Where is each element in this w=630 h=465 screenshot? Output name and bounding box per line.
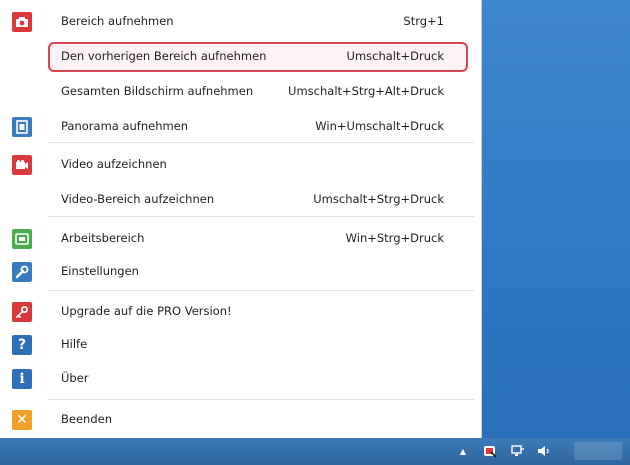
menu-item-label: Den vorherigen Bereich aufnehmen bbox=[61, 49, 267, 63]
menu-item-capture-region[interactable]: Bereich aufnehmen Strg+1 bbox=[0, 6, 482, 38]
menu-item-record-video[interactable]: Video aufzeichnen bbox=[0, 149, 482, 181]
screenshot-tool-icon[interactable] bbox=[482, 443, 498, 459]
desktop-background bbox=[482, 0, 630, 438]
wrench-icon bbox=[12, 262, 32, 282]
video-camera-icon bbox=[12, 155, 32, 175]
menu-item-help[interactable]: ? Hilfe bbox=[0, 329, 482, 361]
menu-item-label: Upgrade auf die PRO Version! bbox=[61, 304, 232, 318]
menu-item-label: Arbeitsbereich bbox=[61, 231, 145, 245]
menu-item-settings[interactable]: Einstellungen bbox=[0, 256, 482, 288]
menu-item-about[interactable]: i Über bbox=[0, 363, 482, 395]
menu-item-label: Bereich aufnehmen bbox=[61, 14, 174, 28]
menu-separator bbox=[48, 216, 474, 217]
system-clock[interactable] bbox=[574, 442, 622, 460]
menu-item-shortcut: Win+Strg+Druck bbox=[345, 231, 444, 245]
menu-item-shortcut: Strg+1 bbox=[403, 14, 444, 28]
volume-icon[interactable] bbox=[536, 443, 552, 459]
menu-separator bbox=[48, 399, 474, 400]
taskbar: ▲ bbox=[0, 438, 630, 465]
menu-item-shortcut: Umschalt+Strg+Druck bbox=[313, 192, 444, 206]
menu-item-capture-panorama[interactable]: Panorama aufnehmen Win+Umschalt+Druck bbox=[0, 111, 482, 143]
help-icon: ? bbox=[12, 335, 32, 355]
menu-item-label: Video aufzeichnen bbox=[61, 157, 167, 171]
menu-item-workspace[interactable]: Arbeitsbereich Win+Strg+Druck bbox=[0, 223, 482, 255]
menu-separator bbox=[48, 142, 474, 143]
menu-item-shortcut: Umschalt+Druck bbox=[346, 49, 444, 63]
workspace-icon bbox=[12, 229, 32, 249]
menu-item-label: Video-Bereich aufzeichnen bbox=[61, 192, 215, 206]
menu-item-label: Panorama aufnehmen bbox=[61, 119, 189, 133]
menu-item-capture-previous-region[interactable]: Den vorherigen Bereich aufnehmen Umschal… bbox=[0, 41, 482, 73]
menu-item-label: Einstellungen bbox=[61, 264, 139, 278]
chevron-up-icon[interactable]: ▲ bbox=[455, 443, 471, 459]
context-menu: Bereich aufnehmen Strg+1 Den vorherigen … bbox=[0, 0, 482, 438]
menu-item-label: Über bbox=[61, 371, 89, 385]
menu-item-shortcut: Win+Umschalt+Druck bbox=[315, 119, 444, 133]
menu-item-label: Gesamten Bildschirm aufnehmen bbox=[61, 84, 254, 98]
menu-item-record-video-region[interactable]: Video-Bereich aufzeichnen Umschalt+Strg+… bbox=[0, 184, 482, 216]
camera-icon bbox=[12, 12, 32, 32]
menu-separator bbox=[48, 290, 474, 291]
menu-item-capture-fullscreen[interactable]: Gesamten Bildschirm aufnehmen Umschalt+S… bbox=[0, 76, 482, 108]
menu-item-exit[interactable]: ✕ Beenden bbox=[0, 404, 482, 436]
network-icon[interactable] bbox=[510, 443, 526, 459]
close-icon: ✕ bbox=[12, 410, 32, 430]
menu-item-label: Beenden bbox=[61, 412, 112, 426]
key-icon bbox=[12, 302, 32, 322]
panorama-icon bbox=[12, 117, 32, 137]
info-icon: i bbox=[12, 369, 32, 389]
menu-item-upgrade-pro[interactable]: Upgrade auf die PRO Version! bbox=[0, 296, 482, 328]
menu-item-label: Hilfe bbox=[61, 337, 88, 351]
menu-item-shortcut: Umschalt+Strg+Alt+Druck bbox=[288, 84, 444, 98]
